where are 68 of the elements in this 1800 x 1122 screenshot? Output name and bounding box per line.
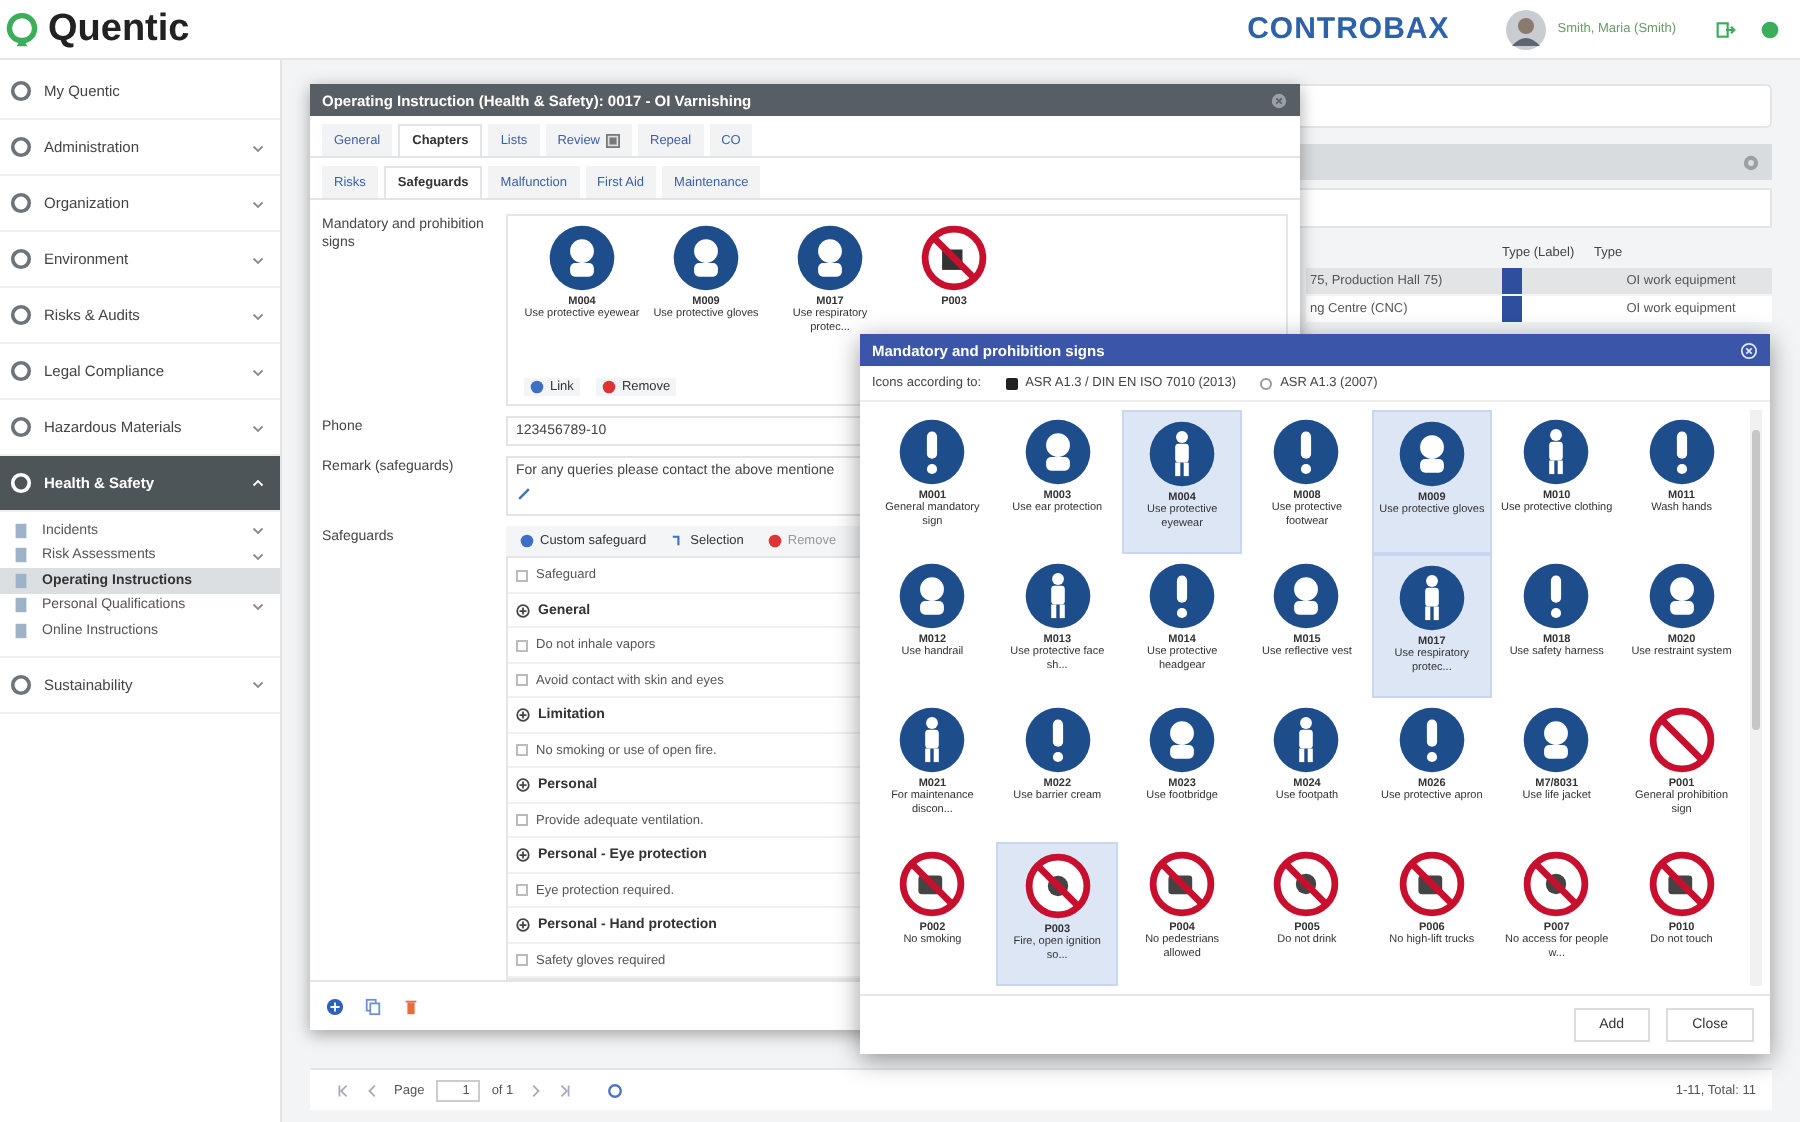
toolbar-icon: [520, 534, 534, 549]
settings-icon[interactable]: [1742, 153, 1760, 171]
mandatory-sign-icon: [1023, 561, 1092, 630]
close-button[interactable]: [1740, 341, 1758, 360]
mandatory-sign-icon: [1272, 417, 1341, 486]
copy-icon[interactable]: [364, 997, 382, 1016]
expand-icon[interactable]: [516, 778, 530, 793]
prohibition-sign-icon: [1397, 849, 1466, 918]
prohibition-sign-icon: [898, 849, 967, 918]
mandatory-sign-icon: [1272, 705, 1341, 774]
mandatory-sign-icon: [672, 224, 740, 293]
expand-icon[interactable]: [516, 708, 530, 723]
remove-icon: [601, 380, 616, 395]
logo: Quentic: [48, 7, 190, 51]
mandatory-sign-icon: [1397, 563, 1466, 632]
add-icon[interactable]: [326, 997, 344, 1016]
radio-button[interactable]: [1260, 377, 1273, 390]
expand-icon[interactable]: [516, 918, 530, 933]
mandatory-sign-icon: [1397, 705, 1466, 774]
checkbox[interactable]: [516, 884, 528, 897]
prohibition-sign-icon: [1023, 851, 1092, 920]
prohibition-sign-icon: [1647, 705, 1716, 774]
partner-logo: CONTROBAX: [1247, 12, 1450, 46]
mandatory-sign-icon: [898, 561, 967, 630]
mandatory-sign-icon: [1023, 417, 1092, 486]
mandatory-sign-icon: [1397, 419, 1466, 488]
avatar: [1505, 9, 1546, 49]
checkbox[interactable]: [516, 954, 528, 967]
prohibition-sign-icon: [1148, 849, 1217, 918]
logout-icon[interactable]: [1716, 19, 1736, 39]
mandatory-sign-icon: [1023, 705, 1092, 774]
status-icon: [1760, 19, 1780, 39]
close-button[interactable]: [1270, 91, 1288, 110]
radio-button[interactable]: [1005, 377, 1018, 390]
link-icon: [530, 380, 544, 395]
mandatory-sign-icon: [1148, 705, 1217, 774]
checkbox[interactable]: [516, 744, 528, 757]
prohibition-sign-icon: [920, 224, 988, 293]
mandatory-sign-icon: [1522, 705, 1591, 774]
checkbox[interactable]: [516, 569, 528, 582]
mandatory-sign-icon: [898, 417, 967, 486]
mandatory-sign-icon: [1522, 561, 1591, 630]
refresh-icon[interactable]: [605, 1081, 624, 1099]
prohibition-sign-icon: [1522, 849, 1591, 918]
prohibition-sign-icon: [1647, 849, 1716, 918]
mandatory-sign-icon: [1647, 561, 1716, 630]
mandatory-sign-icon: [1647, 417, 1716, 486]
mandatory-sign-icon: [1522, 417, 1591, 486]
mandatory-sign-icon: [796, 224, 864, 293]
trash-icon[interactable]: [402, 997, 420, 1016]
checkbox[interactable]: [516, 674, 528, 687]
toolbar-icon: [767, 534, 782, 549]
expand-icon[interactable]: [516, 848, 530, 863]
prohibition-sign-icon: [1272, 849, 1341, 918]
mandatory-sign-icon: [548, 224, 616, 293]
pencil-icon[interactable]: [516, 486, 532, 503]
checkbox[interactable]: [516, 814, 528, 827]
mandatory-sign-icon: [1272, 561, 1341, 630]
checkbox[interactable]: [516, 639, 528, 652]
mandatory-sign-icon: [898, 705, 967, 774]
first-page-icon[interactable]: [334, 1081, 352, 1099]
scrollbar[interactable]: [1750, 409, 1762, 986]
mandatory-sign-icon: [1148, 419, 1217, 488]
mandatory-sign-icon: [1148, 561, 1217, 630]
logo-icon: [4, 11, 40, 47]
last-page-icon[interactable]: [555, 1081, 574, 1099]
expand-icon[interactable]: [516, 603, 530, 618]
toolbar-icon: [670, 534, 685, 549]
